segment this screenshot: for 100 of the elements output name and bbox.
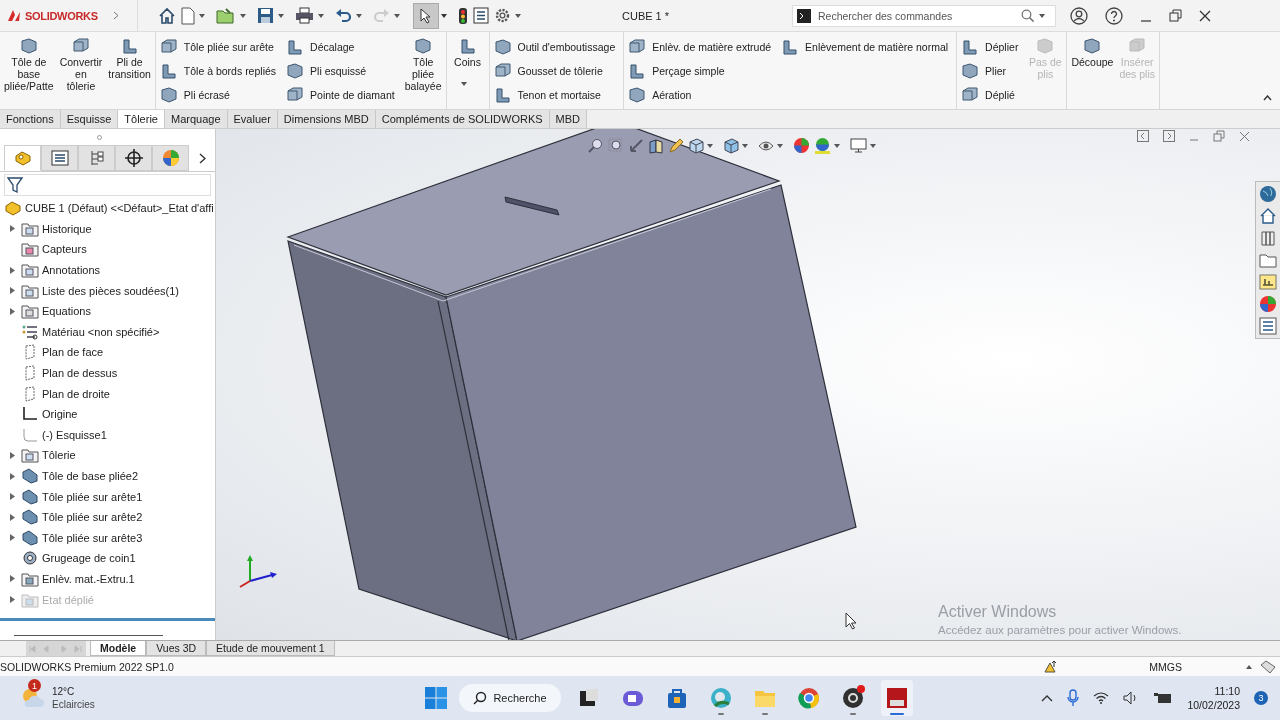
tree-item[interactable]: Plan de droite bbox=[42, 387, 110, 400]
ribbon-button[interactable]: Pli esquissé bbox=[286, 59, 399, 83]
caret-up-icon[interactable] bbox=[1246, 664, 1252, 669]
notification-badge[interactable]: 3 bbox=[1254, 691, 1268, 705]
cube-icon[interactable] bbox=[688, 137, 704, 154]
tree-item[interactable]: Grugeage de coin1 bbox=[42, 552, 136, 565]
print-icon[interactable] bbox=[295, 7, 314, 24]
ribbon-button[interactable]: Déplié bbox=[961, 83, 1023, 107]
ribbon-button[interactable]: Enlèvement de matière normal bbox=[781, 35, 953, 59]
list-icon[interactable] bbox=[1259, 317, 1277, 335]
expand-arrow-icon[interactable] bbox=[9, 472, 15, 480]
chevron-up-icon[interactable] bbox=[1041, 694, 1054, 702]
caret-icon[interactable] bbox=[318, 13, 324, 18]
settings-icon[interactable] bbox=[494, 7, 511, 24]
monitor-icon[interactable] bbox=[850, 138, 867, 153]
search-icon[interactable] bbox=[1021, 8, 1035, 23]
caret-icon[interactable] bbox=[777, 143, 783, 148]
microphone-icon[interactable] bbox=[1067, 689, 1080, 707]
expand-arrow-icon[interactable] bbox=[9, 225, 15, 233]
user-icon[interactable] bbox=[1070, 6, 1088, 25]
app-icon[interactable] bbox=[885, 686, 909, 710]
browser-icon[interactable] bbox=[709, 686, 733, 710]
expand-arrow-icon[interactable] bbox=[9, 575, 15, 583]
caret-icon[interactable] bbox=[707, 143, 713, 148]
tree-item[interactable]: Annotations bbox=[42, 264, 101, 277]
tree-item[interactable]: Enlèv. mat.-Extru.1 bbox=[42, 573, 135, 585]
save-icon[interactable] bbox=[257, 7, 274, 24]
help-icon[interactable] bbox=[1105, 6, 1123, 25]
tree-item[interactable]: Tôlerie bbox=[42, 449, 76, 462]
ribbon-button[interactable]: Tôle pliée balayée bbox=[404, 35, 442, 92]
ribbon-button[interactable]: Pointe de diamant bbox=[286, 83, 399, 107]
ribbon-button[interactable]: Pli de transition bbox=[108, 35, 151, 80]
model-tab[interactable]: Vues 3D bbox=[146, 641, 207, 656]
expand-arrow-icon[interactable] bbox=[9, 266, 15, 274]
tree-item[interactable]: Plan de dessus bbox=[42, 367, 118, 380]
start-icon[interactable] bbox=[425, 687, 447, 709]
ribbon-button[interactable]: Tôle de base pliée/Patte bbox=[4, 35, 54, 92]
store-bag-icon[interactable] bbox=[665, 686, 689, 710]
clock-time[interactable]: 11:10 bbox=[1214, 684, 1240, 698]
clock-date[interactable]: 10/02/2023 bbox=[1187, 698, 1240, 712]
model-tab[interactable]: Modèle bbox=[90, 641, 147, 656]
ribbon-button[interactable]: Convertir en tôlerie bbox=[59, 35, 103, 92]
home-icon[interactable] bbox=[1259, 207, 1277, 225]
restore-icon[interactable] bbox=[1169, 9, 1182, 22]
tree-item[interactable]: Equations bbox=[42, 305, 91, 318]
caret-icon[interactable] bbox=[394, 13, 400, 18]
ribbon-button[interactable]: Gousset de tôlerie bbox=[493, 59, 620, 83]
record-icon[interactable] bbox=[841, 686, 865, 710]
command-tab[interactable]: Evaluer bbox=[227, 110, 278, 128]
ribbon-button[interactable]: Pli écrasé bbox=[159, 83, 281, 107]
expand-arrow-icon[interactable] bbox=[9, 307, 15, 315]
caret-icon[interactable] bbox=[742, 143, 748, 148]
home-icon[interactable] bbox=[158, 6, 176, 25]
command-search-field[interactable]: Rechercher des commandes bbox=[816, 8, 1016, 23]
command-tab[interactable]: Compléments de SOLIDWORKS bbox=[375, 110, 550, 128]
expand-arrow-icon[interactable] bbox=[9, 451, 15, 459]
eye-icon[interactable] bbox=[758, 139, 774, 152]
browser-icon[interactable] bbox=[797, 686, 821, 710]
tree-item[interactable]: Capteurs bbox=[42, 243, 87, 256]
expand-arrow-icon[interactable] bbox=[9, 287, 15, 295]
open-folder-icon[interactable] bbox=[216, 6, 236, 25]
caret-icon[interactable] bbox=[441, 13, 447, 18]
ribbon-button[interactable]: Aération bbox=[628, 83, 776, 107]
ribbon-button[interactable]: Plier bbox=[961, 59, 1023, 83]
command-tab[interactable]: Fonctions bbox=[0, 110, 61, 128]
command-tab[interactable]: Marquage bbox=[164, 110, 228, 128]
close-icon[interactable] bbox=[1199, 9, 1211, 22]
restore-icon[interactable] bbox=[1213, 130, 1225, 142]
wifi-icon[interactable] bbox=[1093, 692, 1110, 704]
tree-item[interactable]: Tôle pliée sur arête3 bbox=[42, 531, 143, 544]
ribbon-button[interactable]: Perçage simple bbox=[628, 59, 776, 83]
options-list-icon[interactable] bbox=[473, 7, 489, 24]
chart-icon[interactable] bbox=[1259, 273, 1277, 291]
caret-icon[interactable] bbox=[834, 143, 840, 148]
ribbon-button[interactable]: Tôle à bords repliés bbox=[159, 59, 281, 83]
panel-right-icon[interactable] bbox=[1163, 130, 1175, 142]
caret-icon[interactable] bbox=[199, 13, 205, 18]
ribbon-button[interactable]: Tôle pliée sur arête bbox=[159, 35, 281, 59]
color-sphere-icon[interactable] bbox=[814, 137, 831, 154]
undo-icon[interactable] bbox=[335, 8, 352, 23]
tree-item[interactable]: Plan de face bbox=[42, 346, 104, 359]
cube-icon[interactable] bbox=[723, 137, 739, 154]
tree-item[interactable]: CUBE 1 (Défaut) <<Défaut>_Etat d'affi bbox=[25, 202, 214, 215]
tree-item[interactable]: Origine bbox=[42, 408, 78, 421]
select-button[interactable] bbox=[413, 2, 439, 29]
caret-icon[interactable] bbox=[278, 13, 284, 18]
caret-icon[interactable] bbox=[515, 13, 521, 18]
section-cube-icon[interactable] bbox=[648, 137, 664, 154]
caret-icon[interactable] bbox=[356, 13, 362, 18]
color-sphere-icon[interactable] bbox=[1259, 295, 1277, 313]
collapse-ribbon-icon[interactable] bbox=[1263, 95, 1272, 101]
caret-icon[interactable] bbox=[1039, 13, 1045, 18]
ribbon-button[interactable]: Outil d'emboutissage bbox=[493, 35, 620, 59]
ribbon-button[interactable]: Déplier bbox=[961, 35, 1023, 59]
command-search-box[interactable]: Rechercher des commandes bbox=[792, 4, 1056, 27]
panel-left-icon[interactable] bbox=[1137, 130, 1149, 142]
magnifier-icon[interactable] bbox=[608, 137, 624, 154]
model-tab[interactable]: Etude de mouvement 1 bbox=[206, 641, 335, 656]
expand-arrow-icon[interactable] bbox=[9, 493, 15, 501]
battery-icon[interactable] bbox=[1153, 691, 1174, 705]
